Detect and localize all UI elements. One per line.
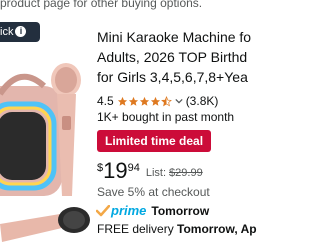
prime-check-icon xyxy=(96,204,110,216)
delivery-prefix: FREE delivery xyxy=(97,222,174,236)
mic-2-mesh xyxy=(63,211,85,229)
product-title[interactable]: Mini Karaoke Machine fo Adults, 2026 TOP… xyxy=(97,27,257,87)
rating-value: 4.5 xyxy=(97,94,114,108)
star-full-icon xyxy=(150,96,160,106)
title-line: Mini Karaoke Machine fo xyxy=(97,29,252,45)
mic-switch xyxy=(62,116,71,130)
mic-mesh xyxy=(55,67,77,93)
list-price-label: List: xyxy=(145,167,167,179)
price-whole: 19 xyxy=(103,158,128,183)
price-row: $ 19 94 List: $29.99 xyxy=(97,158,203,184)
savings-text: Save 5% at checkout xyxy=(97,185,210,199)
speaker-grille xyxy=(0,112,46,180)
prime-row: prime Tomorrow xyxy=(96,203,209,218)
karaoke-machine-image xyxy=(0,63,90,242)
deal-badge: Limited time deal xyxy=(97,130,212,152)
chevron-down-icon[interactable] xyxy=(175,97,183,105)
rating-row[interactable]: 4.5 (3.8K) xyxy=(97,94,218,108)
banner-message: product page for other buying options. xyxy=(0,0,203,10)
star-full-icon xyxy=(128,96,138,106)
info-icon[interactable]: i xyxy=(15,26,27,37)
star-rating[interactable] xyxy=(117,95,172,107)
product-image[interactable] xyxy=(0,46,92,250)
star-half-icon xyxy=(160,95,172,106)
price-fraction: 94 xyxy=(127,162,140,174)
star-full-icon xyxy=(117,96,127,106)
badge-label: ick xyxy=(0,26,14,38)
list-price: $29.99 xyxy=(169,167,203,179)
prime-label: prime xyxy=(111,203,147,218)
star-full-icon xyxy=(139,96,149,106)
title-line: Adults, 2026 TOP Birthd xyxy=(97,49,248,65)
rating-count[interactable]: (3.8K) xyxy=(186,94,219,108)
delivery-info: FREE delivery Tomorrow, Ap xyxy=(97,222,257,236)
mic-2-handle xyxy=(0,214,62,242)
prime-delivery-day: Tomorrow xyxy=(151,203,210,218)
delivery-day: Tomorrow, Ap xyxy=(177,222,257,236)
sponsored-badge[interactable]: ick i xyxy=(0,22,40,42)
bought-count: 1K+ bought in past month xyxy=(97,110,235,124)
title-line: for Girls 3,4,5,6,7,8+Yea xyxy=(97,69,248,85)
